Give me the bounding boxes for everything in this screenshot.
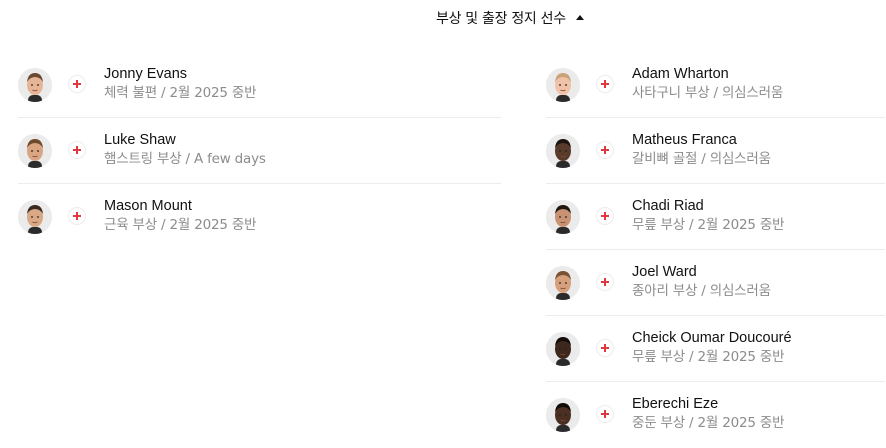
player-row[interactable]: Eberechi Eze 중둔 부상 / 2월 2025 중반 [546,382,885,448]
player-avatar [546,68,580,102]
player-status: 종아리 부상 / 의심스러움 [632,283,771,299]
player-avatar [18,200,52,234]
player-row[interactable]: Cheick Oumar Doucouré 무릎 부상 / 2월 2025 중반 [546,316,885,382]
injury-cross-icon [597,142,613,158]
player-status: 무릎 부상 / 2월 2025 중반 [632,217,785,233]
player-avatar [546,398,580,432]
injury-cross-icon [69,142,85,158]
player-status: 체력 불편 / 2월 2025 중반 [104,85,257,101]
player-avatar [18,68,52,102]
player-info: Eberechi Eze 중둔 부상 / 2월 2025 중반 [632,395,886,433]
player-row[interactable]: Mason Mount 근육 부상 / 2월 2025 중반 [18,184,501,250]
player-status: 갈비뼈 골절 / 의심스러움 [632,151,771,167]
player-row[interactable]: Joel Ward 종아리 부상 / 의심스러움 [546,250,885,316]
player-status: 무릎 부상 / 2월 2025 중반 [632,349,785,365]
player-name: Mason Mount [104,198,192,214]
player-info: Jonny Evans 체력 불편 / 2월 2025 중반 [104,65,484,103]
player-status: 햄스트링 부상 / A few days [104,151,266,167]
injury-cross-icon [597,274,613,290]
player-status: 중둔 부상 / 2월 2025 중반 [632,415,785,431]
player-name: Eberechi Eze [632,396,719,412]
injury-cross-icon [69,76,85,92]
player-info: Chadi Riad 무릎 부상 / 2월 2025 중반 [632,197,886,235]
injury-cross-icon [69,208,85,224]
player-info: Joel Ward 종아리 부상 / 의심스러움 [632,263,886,301]
player-row[interactable]: Jonny Evans 체력 불편 / 2월 2025 중반 [18,52,501,118]
player-name: Cheick Oumar Doucouré [632,330,792,346]
player-name: Chadi Riad [632,198,704,214]
player-name: Jonny Evans [104,66,188,82]
player-row[interactable]: Chadi Riad 무릎 부상 / 2월 2025 중반 [546,184,885,250]
left-player-column: Jonny Evans 체력 불편 / 2월 2025 중반 Luke Shaw 햄스… [18,52,501,250]
player-row[interactable]: Luke Shaw 햄스트링 부상 / A few days [18,118,501,184]
injuries-section-toggle[interactable]: 부상 및 출장 정지 선수 [436,8,584,28]
player-info: Cheick Oumar Doucouré 무릎 부상 / 2월 2025 중반 [632,329,886,367]
player-avatar [546,332,580,366]
caret-up-icon [575,15,584,20]
section-title: 부상 및 출장 정지 선수 [436,11,566,27]
right-player-column: Adam Wharton 사타구니 부상 / 의심스러움 Matheus Franc… [546,52,885,448]
player-name: Adam Wharton [632,66,729,82]
player-info: Luke Shaw 햄스트링 부상 / A few days [104,131,484,169]
injury-cross-icon [597,340,613,356]
injury-cross-icon [597,406,613,422]
player-info: Matheus Franca 갈비뼈 골절 / 의심스러움 [632,131,886,169]
player-avatar [546,200,580,234]
player-name: Luke Shaw [104,132,176,148]
player-name: Matheus Franca [632,132,737,148]
player-name: Joel Ward [632,264,697,280]
player-row[interactable]: Adam Wharton 사타구니 부상 / 의심스러움 [546,52,885,118]
player-status: 근육 부상 / 2월 2025 중반 [104,217,257,233]
player-info: Mason Mount 근육 부상 / 2월 2025 중반 [104,197,484,235]
player-avatar [546,266,580,300]
player-info: Adam Wharton 사타구니 부상 / 의심스러움 [632,65,886,103]
player-avatar [546,134,580,168]
injury-cross-icon [597,208,613,224]
player-status: 사타구니 부상 / 의심스러움 [632,85,784,101]
injury-cross-icon [597,76,613,92]
player-avatar [18,134,52,168]
player-row[interactable]: Matheus Franca 갈비뼈 골절 / 의심스러움 [546,118,885,184]
